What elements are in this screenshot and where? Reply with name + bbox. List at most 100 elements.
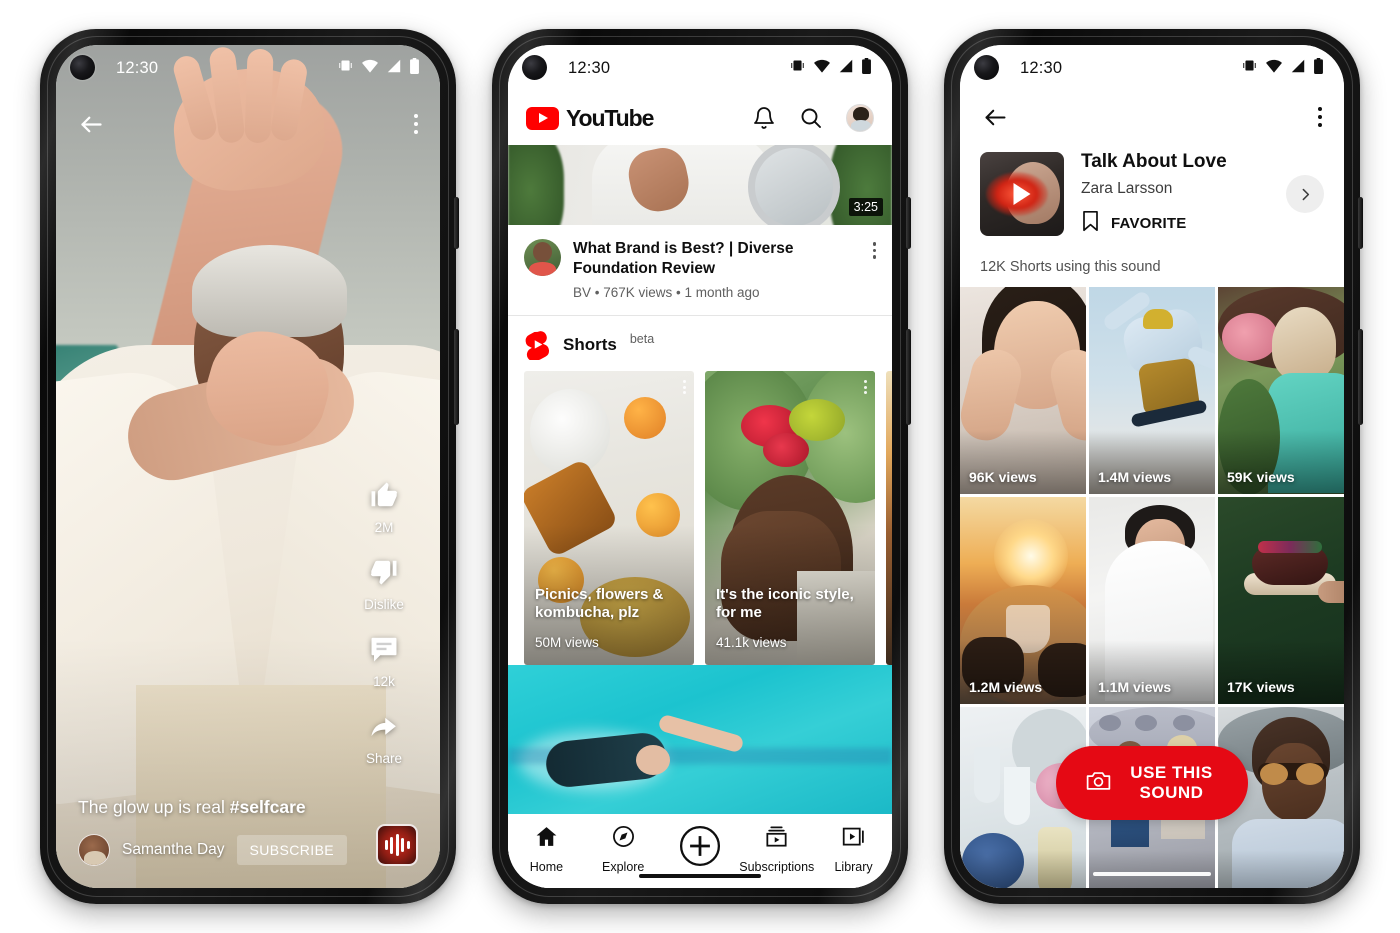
youtube-header: YouTube (508, 91, 892, 145)
shorts-grid-views: 17K views (1227, 679, 1295, 695)
shorts-grid-item[interactable]: 1.4M views (1089, 287, 1215, 494)
shorts-using-sound-count: 12K Shorts using this sound (980, 259, 1161, 275)
subscriptions-icon (764, 824, 789, 854)
shorts-beta-badge: beta (629, 332, 655, 347)
shorts-grid-views: 1.2M views (969, 679, 1043, 695)
status-time: 12:30 (1020, 58, 1063, 77)
like-count: 2M (374, 520, 394, 535)
account-avatar[interactable] (846, 104, 874, 132)
tab-home-label: Home (529, 860, 564, 874)
phone-side-button-power[interactable] (1358, 329, 1363, 425)
favorite-button[interactable]: FAVORITE (1081, 210, 1269, 237)
bottom-navigation-bar: Home Explore Subscriptions Library (508, 814, 892, 888)
sound-detail-row: Talk About Love Zara Larsson FAVORITE (960, 143, 1344, 237)
signal-icon (386, 59, 402, 78)
comment-count: 12k (373, 674, 395, 689)
sound-waveform-icon[interactable] (376, 824, 418, 866)
plus-circle-icon (678, 824, 722, 873)
tab-library[interactable]: Library (815, 824, 892, 874)
sound-artwork[interactable] (980, 152, 1064, 236)
tab-explore-label: Explore (602, 860, 645, 874)
phone-side-button-power[interactable] (454, 329, 459, 425)
dislike-button[interactable]: Dislike (364, 557, 404, 612)
more-options-icon[interactable] (414, 114, 418, 134)
phone3-screen: 12:30 Talk About Love Zara Larsson FAVOR… (960, 45, 1344, 888)
back-arrow-icon[interactable] (982, 104, 1009, 131)
shorts-card[interactable]: It's the iconic style, for me 41.1k view… (705, 371, 875, 666)
phone-side-button-volume[interactable] (1358, 197, 1363, 249)
more-options-icon[interactable] (1318, 107, 1322, 127)
shorts-grid-item[interactable]: 59K views (1218, 287, 1344, 494)
shorts-grid-views: 59K views (1227, 469, 1295, 485)
tab-library-label: Library (834, 860, 873, 874)
video-stats: BV • 767K views • 1 month ago (573, 285, 760, 301)
pool-video-thumbnail[interactable] (508, 665, 892, 814)
phone-mockup-shorts-player: 12:30 2M Dislike 12k Share The glow up i… (40, 29, 459, 904)
shorts-grid-views: 1.1M views (1098, 679, 1172, 695)
use-this-sound-button[interactable]: USE THIS SOUND (1056, 746, 1248, 820)
video-duration: 3:25 (848, 198, 883, 216)
status-time: 12:30 (568, 58, 611, 77)
use-this-sound-label: USE THIS SOUND (1130, 763, 1213, 802)
youtube-logo[interactable]: YouTube (526, 105, 654, 132)
bell-icon[interactable] (752, 106, 776, 130)
phone-side-button-volume[interactable] (454, 197, 459, 249)
phone-side-button-volume[interactable] (906, 197, 911, 249)
search-icon[interactable] (799, 106, 823, 130)
share-icon (369, 711, 399, 746)
shorts-grid-item[interactable]: 1.2M views (960, 497, 1086, 704)
back-arrow-icon[interactable] (78, 111, 105, 138)
shorts-grid-views: 1.4M views (1098, 469, 1172, 485)
battery-icon (409, 57, 420, 79)
shorts-card-title: It's the iconic style, for me (716, 585, 854, 622)
tab-subscriptions-label: Subscriptions (739, 860, 815, 874)
signal-icon (1290, 59, 1306, 78)
shorts-grid-item[interactable]: 1.1M views (1089, 497, 1215, 704)
home-icon (534, 824, 559, 854)
sound-title: Talk About Love (1081, 151, 1227, 172)
shorts-grid-item[interactable]: 96K views (960, 287, 1086, 494)
create-button[interactable] (662, 824, 739, 873)
favorite-label: FAVORITE (1111, 215, 1187, 232)
phone2-screen: 12:30 YouTube 3:25 What Brand is Best? |… (508, 45, 892, 888)
channel-name[interactable]: Samantha Day (122, 841, 225, 859)
shorts-card-views: 50M views (535, 635, 599, 651)
thumbs-up-icon (369, 480, 399, 515)
signal-icon (838, 59, 854, 78)
share-button[interactable]: Share (366, 711, 402, 766)
tab-subscriptions[interactable]: Subscriptions (738, 824, 815, 874)
phone-side-button-power[interactable] (906, 329, 911, 425)
shorts-caption-area: The glow up is real #selfcare Samantha D… (56, 797, 440, 888)
status-bar: 12:30 (960, 45, 1344, 91)
play-icon[interactable] (1013, 183, 1031, 205)
video-meta-row: What Brand is Best? | Diverse Foundation… (508, 225, 892, 316)
shorts-card-views: 41.1k views (716, 635, 787, 651)
tab-explore[interactable]: Explore (585, 824, 662, 874)
shorts-card-more-icon[interactable] (683, 380, 686, 395)
subscribe-button[interactable]: SUBSCRIBE (236, 835, 348, 865)
video-more-options-icon[interactable] (872, 239, 876, 300)
bookmark-icon (1081, 210, 1100, 237)
chevron-right-icon[interactable] (1286, 175, 1324, 213)
tab-home[interactable]: Home (508, 824, 585, 874)
shorts-card-peek[interactable] (886, 371, 892, 666)
shorts-card-title: Picnics, flowers & kombucha, plz (535, 585, 664, 622)
video-thumbnail[interactable]: 3:25 (508, 145, 892, 225)
shorts-grid-item[interactable]: 17K views (1218, 497, 1344, 704)
camera-icon (1086, 770, 1111, 796)
battery-icon (861, 57, 872, 79)
player-top-bar (56, 97, 440, 151)
shorts-logo-icon (524, 330, 550, 362)
battery-icon (1313, 57, 1324, 79)
shorts-card-more-icon[interactable] (864, 380, 867, 395)
video-channel-avatar[interactable] (524, 239, 561, 276)
wifi-icon (361, 59, 379, 78)
phone-mockup-youtube-home: 12:30 YouTube 3:25 What Brand is Best? |… (492, 29, 911, 904)
video-title[interactable]: What Brand is Best? | Diverse Foundation… (573, 239, 861, 278)
shorts-card[interactable]: Picnics, flowers & kombucha, plz 50M vie… (524, 371, 694, 666)
comments-button[interactable]: 12k (369, 634, 399, 689)
like-button[interactable]: 2M (369, 480, 399, 535)
channel-avatar[interactable] (78, 834, 110, 866)
shorts-shelf[interactable]: Picnics, flowers & kombucha, plz 50M vie… (508, 371, 892, 666)
phone1-screen: 12:30 2M Dislike 12k Share The glow up i… (56, 45, 440, 888)
